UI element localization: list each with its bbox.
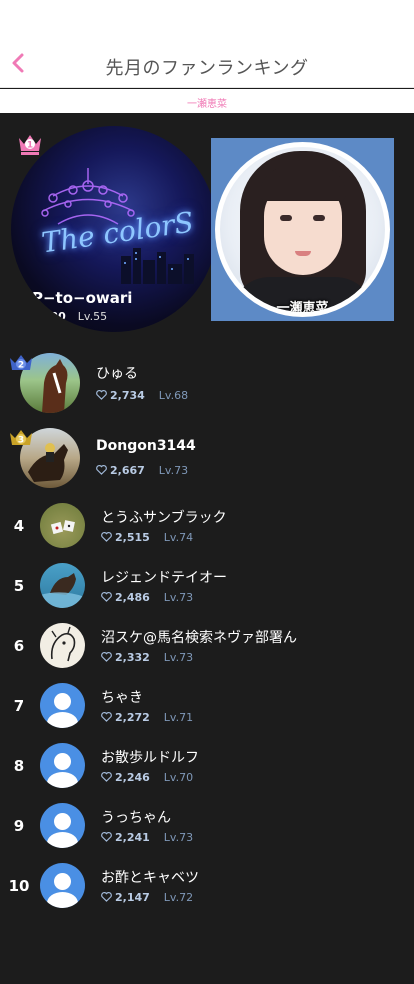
featured-streamer-name: 一瀬恵菜 <box>276 301 329 312</box>
username: Dongon3144 <box>96 438 196 454</box>
featured-streamer-avatar: 一瀬恵菜 <box>220 147 385 312</box>
streamer-name-label: 一瀬恵菜 <box>187 99 227 110</box>
rank-number: 8 <box>13 757 25 775</box>
level: Lv.74 <box>163 531 194 544</box>
level: Lv.73 <box>163 651 194 664</box>
level: Lv.72 <box>163 891 194 904</box>
ranking-row-2[interactable]: 2 ひゅる 2,734 Lv.68 <box>0 353 414 413</box>
ranking-row-4[interactable]: 4 とうふサンブラック 2,515 Lv.74 <box>0 503 414 563</box>
rank-number: 2 <box>18 361 24 371</box>
row-stats: 2,246 Lv.70 <box>101 771 193 784</box>
heart-icon <box>101 892 112 902</box>
heart-count: 2,147 <box>115 891 150 904</box>
row-stats: 2,515 Lv.74 <box>101 531 193 544</box>
row-stats: 2,734 Lv.68 <box>96 389 188 402</box>
dice-photo <box>50 520 75 535</box>
heart-icon <box>101 832 112 842</box>
heart-icon <box>101 772 112 782</box>
default-avatar-icon <box>40 863 85 908</box>
level: Lv.71 <box>163 711 194 724</box>
city-skyline-decoration <box>121 248 194 284</box>
heart-count: 2,332 <box>115 651 150 664</box>
avatar <box>40 623 85 668</box>
avatar <box>40 503 85 548</box>
ranking-row-9[interactable]: 9 うっちゃん 2,241 Lv.73 <box>0 803 414 863</box>
row-stats: 2,147 Lv.72 <box>101 891 193 904</box>
username: お散歩ルドルフ <box>101 750 199 766</box>
rank-number: 9 <box>13 817 25 835</box>
avatar <box>40 563 85 608</box>
default-avatar-icon <box>40 803 85 848</box>
rank-number: 6 <box>13 637 25 655</box>
row-stats: 2,272 Lv.71 <box>101 711 193 724</box>
rank-number: 4 <box>13 517 25 535</box>
heart-count: 2,272 <box>115 711 150 724</box>
heart-icon <box>101 532 112 542</box>
page-title: 先月のファンランキング <box>105 58 309 79</box>
featured-streamer-frame: 一瀬恵菜 <box>215 142 390 317</box>
row-stats: 2,667 Lv.73 <box>96 464 188 477</box>
heart-count: 2,734 <box>110 389 145 402</box>
rank-1-level: Lv.55 <box>77 310 108 323</box>
username: とうふサンブラック <box>101 510 227 526</box>
default-avatar-icon <box>40 743 85 788</box>
heart-icon <box>96 390 107 400</box>
rank-3-crown-icon: 3 <box>10 430 32 446</box>
heart-icon <box>101 712 112 722</box>
level: Lv.73 <box>158 464 189 477</box>
ranking-row-8[interactable]: 8 お散歩ルドルフ 2,246 Lv.70 <box>0 743 414 803</box>
featured-streamer-card[interactable]: 一瀬恵菜 <box>211 138 394 321</box>
row-stats: 2,486 Lv.73 <box>101 591 193 604</box>
app-header: 先月のファンランキング <box>0 0 414 88</box>
rank-2-crown-icon: 2 <box>10 355 32 371</box>
rank-number: 10 <box>8 877 30 895</box>
rank-1-stats: 3,020 Lv.55 <box>17 310 107 323</box>
horse-sketch-photo <box>50 626 76 662</box>
heart-count: 2,515 <box>115 531 150 544</box>
ranking-row-7[interactable]: 7 ちゃき 2,272 Lv.71 <box>0 683 414 743</box>
ranking-row-5[interactable]: 5 レジェンドテイオー 2,486 Lv.73 <box>0 563 414 623</box>
username: ひゅる <box>96 366 138 382</box>
heart-icon <box>96 465 107 475</box>
row-stats: 2,241 Lv.73 <box>101 831 193 844</box>
horse-swimming-photo <box>40 573 85 608</box>
heart-icon <box>101 592 112 602</box>
rank-1-crown-icon: 1 <box>19 135 41 155</box>
streamer-subbar: 一瀬恵菜 <box>0 89 414 113</box>
rank-1-number: 1 <box>27 141 33 151</box>
username: ちゃき <box>101 690 143 706</box>
row-stats: 2,332 Lv.73 <box>101 651 193 664</box>
heart-icon <box>17 311 28 321</box>
heart-count: 2,486 <box>115 591 150 604</box>
rank-1-hearts: 3,020 <box>31 310 66 323</box>
username: うっちゃん <box>101 810 171 826</box>
rank-number: 5 <box>13 577 25 595</box>
level: Lv.73 <box>163 831 194 844</box>
ranking-row-6[interactable]: 6 沼スケ@馬名検索ネヴァ部署ん 2,332 Lv.73 <box>0 623 414 683</box>
rank-number: 3 <box>18 436 24 446</box>
default-avatar-icon <box>40 683 85 728</box>
heart-icon <box>101 652 112 662</box>
level: Lv.70 <box>163 771 194 784</box>
level: Lv.73 <box>163 591 194 604</box>
username: レジェンドテイオー <box>101 570 227 586</box>
rank-number: 7 <box>13 697 25 715</box>
level: Lv.68 <box>158 389 189 402</box>
heart-count: 2,241 <box>115 831 150 844</box>
ranking-row-10[interactable]: 10 お酢とキャベツ 2,147 Lv.72 <box>0 863 414 923</box>
username: お酢とキャベツ <box>101 870 199 886</box>
heart-count: 2,667 <box>110 464 145 477</box>
rank-1-username: 山P−to−owari <box>17 289 133 307</box>
ranking-row-3[interactable]: 3 Dongon3144 2,667 Lv.73 <box>0 428 414 488</box>
heart-count: 2,246 <box>115 771 150 784</box>
username: 沼スケ@馬名検索ネヴァ部署ん <box>101 630 297 646</box>
